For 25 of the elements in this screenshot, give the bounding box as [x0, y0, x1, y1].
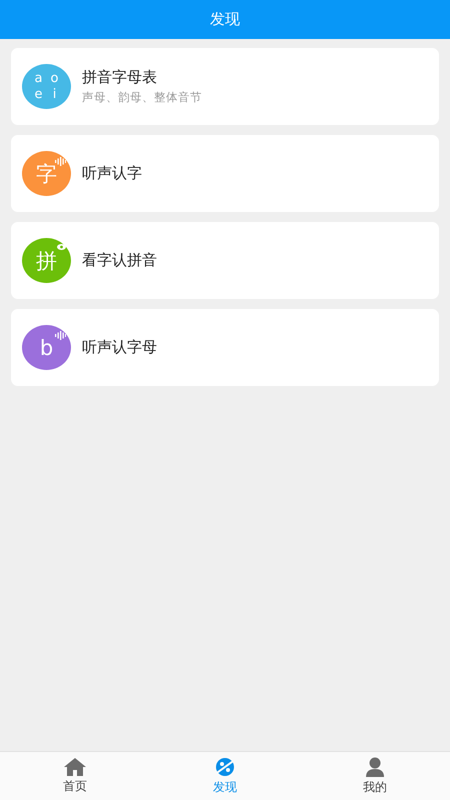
- letter-label: e: [34, 86, 42, 102]
- feature-card[interactable]: 字 听声认字: [11, 135, 439, 212]
- feature-title: 听声认字母: [82, 338, 157, 357]
- sound-wave-icon: [55, 331, 66, 340]
- feature-subtitle: 声母、韵母、整体音节: [82, 90, 202, 105]
- home-icon: [64, 758, 86, 776]
- sound-wave-icon: [55, 157, 66, 166]
- feature-card[interactable]: a o e i 拼音字母表 声母、韵母、整体音节: [11, 48, 439, 125]
- icon-glyph: b: [40, 336, 54, 360]
- icon-glyph: 字: [36, 160, 57, 188]
- page-title: 发现: [210, 10, 240, 29]
- planet-icon: [213, 756, 237, 776]
- person-icon: [365, 756, 385, 776]
- nav-tab[interactable]: 首页: [0, 752, 150, 800]
- letter-label: i: [52, 86, 58, 102]
- feature-card[interactable]: b 听声认字母: [11, 309, 439, 386]
- letter-label: o: [50, 70, 58, 86]
- feature-title: 听声认字: [82, 164, 142, 183]
- feature-title: 拼音字母表: [82, 68, 158, 87]
- nav-tab[interactable]: 我的: [300, 752, 450, 800]
- icon-glyph: 拼: [36, 248, 57, 274]
- letter-label: a: [34, 70, 42, 86]
- eye-icon: [57, 244, 66, 250]
- feature-title: 看字认拼音: [82, 251, 157, 270]
- feature-card[interactable]: 拼 看字认拼音: [11, 222, 439, 299]
